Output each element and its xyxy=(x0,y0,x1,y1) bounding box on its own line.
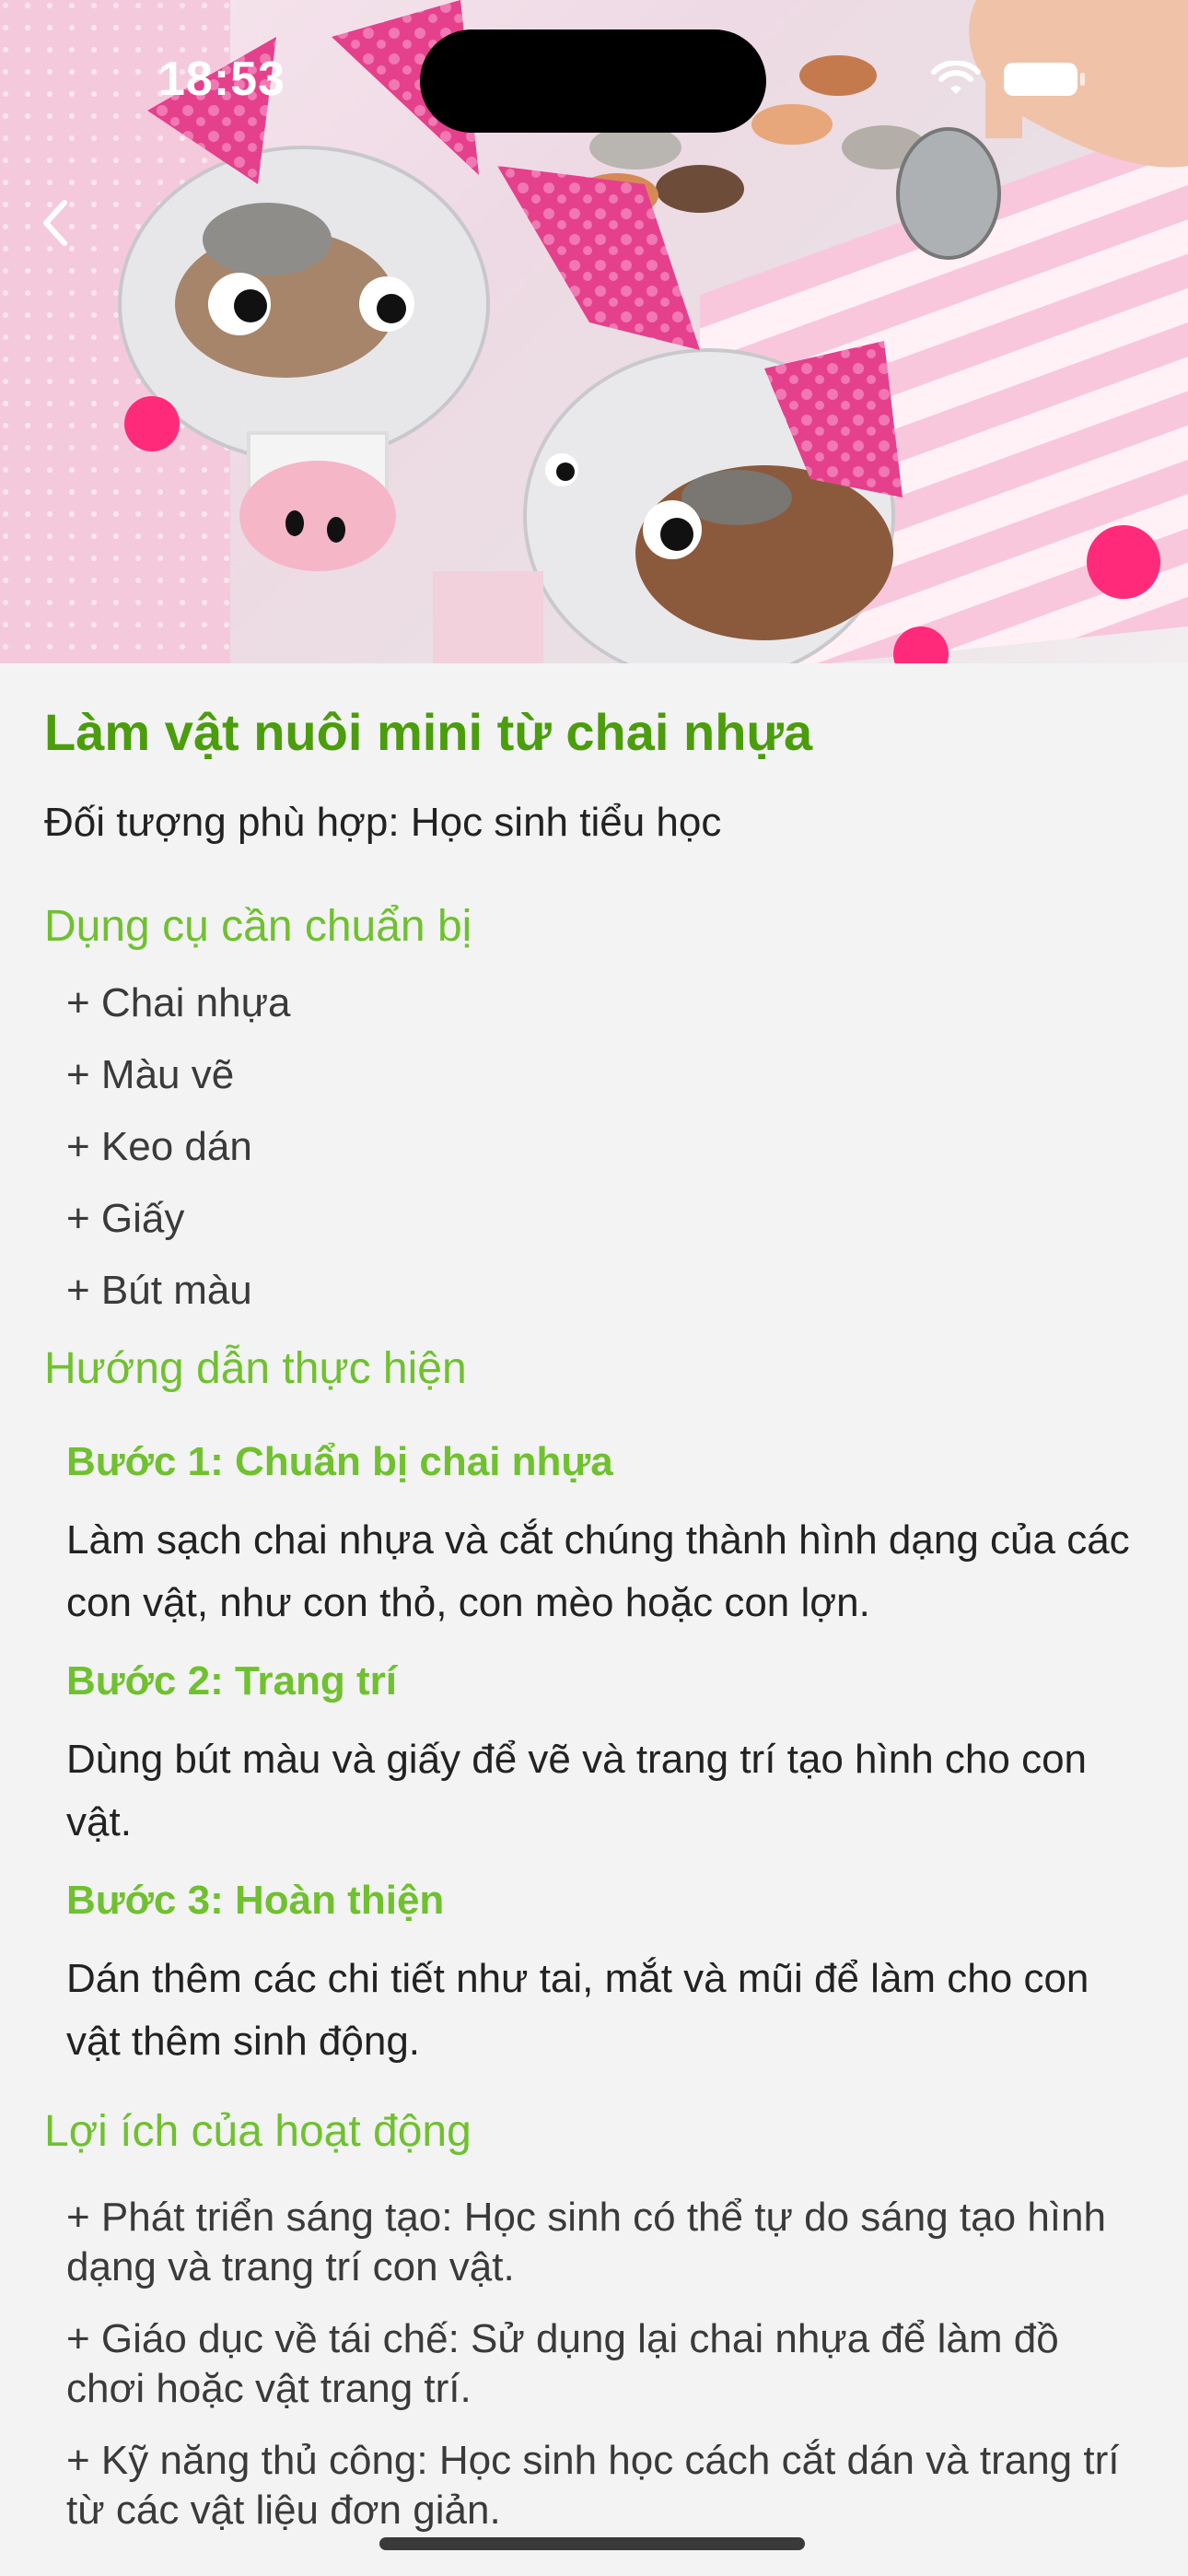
step-text: Dán thêm các chi tiết như tai, mắt và mũ… xyxy=(66,1956,1089,2064)
back-chevron-icon[interactable] xyxy=(37,195,74,251)
home-indicator[interactable] xyxy=(379,2537,805,2550)
step-text: Làm sạch chai nhựa và cắt chúng thành hì… xyxy=(66,1517,1130,1625)
guide-heading: Hướng dẫn thực hiện xyxy=(44,1344,467,1393)
step-title: Bước 3: Hoàn thiện xyxy=(66,1878,445,1923)
step-text: Dùng bút màu và giấy để vẽ và trang trí … xyxy=(66,1737,1088,1844)
tool-item: + Keo dán xyxy=(66,1124,252,1169)
tool-item: + Màu vẽ xyxy=(66,1052,235,1097)
benefit-item: + Phát triển sáng tạo: Học sinh có thể t… xyxy=(66,2195,1106,2289)
step-title: Bước 2: Trang trí xyxy=(66,1658,397,1704)
article-title: Làm vật nuôi mini từ chai nhựa xyxy=(44,703,813,761)
battery-icon xyxy=(1004,63,1085,96)
tools-heading: Dụng cụ cần chuẩn bị xyxy=(44,902,472,951)
dynamic-island xyxy=(420,29,766,133)
tool-item: + Bút màu xyxy=(66,1268,252,1313)
benefits-heading: Lợi ích của hoạt động xyxy=(44,2107,472,2156)
tool-item: + Giấy xyxy=(66,1196,185,1241)
status-time: 18:53 xyxy=(158,53,285,106)
benefit-item: + Giáo dục về tái chế: Sử dụng lại chai … xyxy=(66,2316,1059,2411)
audience-text: Đối tượng phù hợp: Học sinh tiểu học xyxy=(44,800,722,845)
benefit-item: + Kỹ năng thủ công: Học sinh học cách cắ… xyxy=(66,2438,1120,2533)
wifi-icon xyxy=(931,61,981,94)
hero-image: 18:53 xyxy=(0,0,1188,663)
step-title: Bước 1: Chuẩn bị chai nhựa xyxy=(66,1439,613,1484)
status-icons xyxy=(930,61,1085,98)
tool-item: + Chai nhựa xyxy=(66,980,291,1025)
